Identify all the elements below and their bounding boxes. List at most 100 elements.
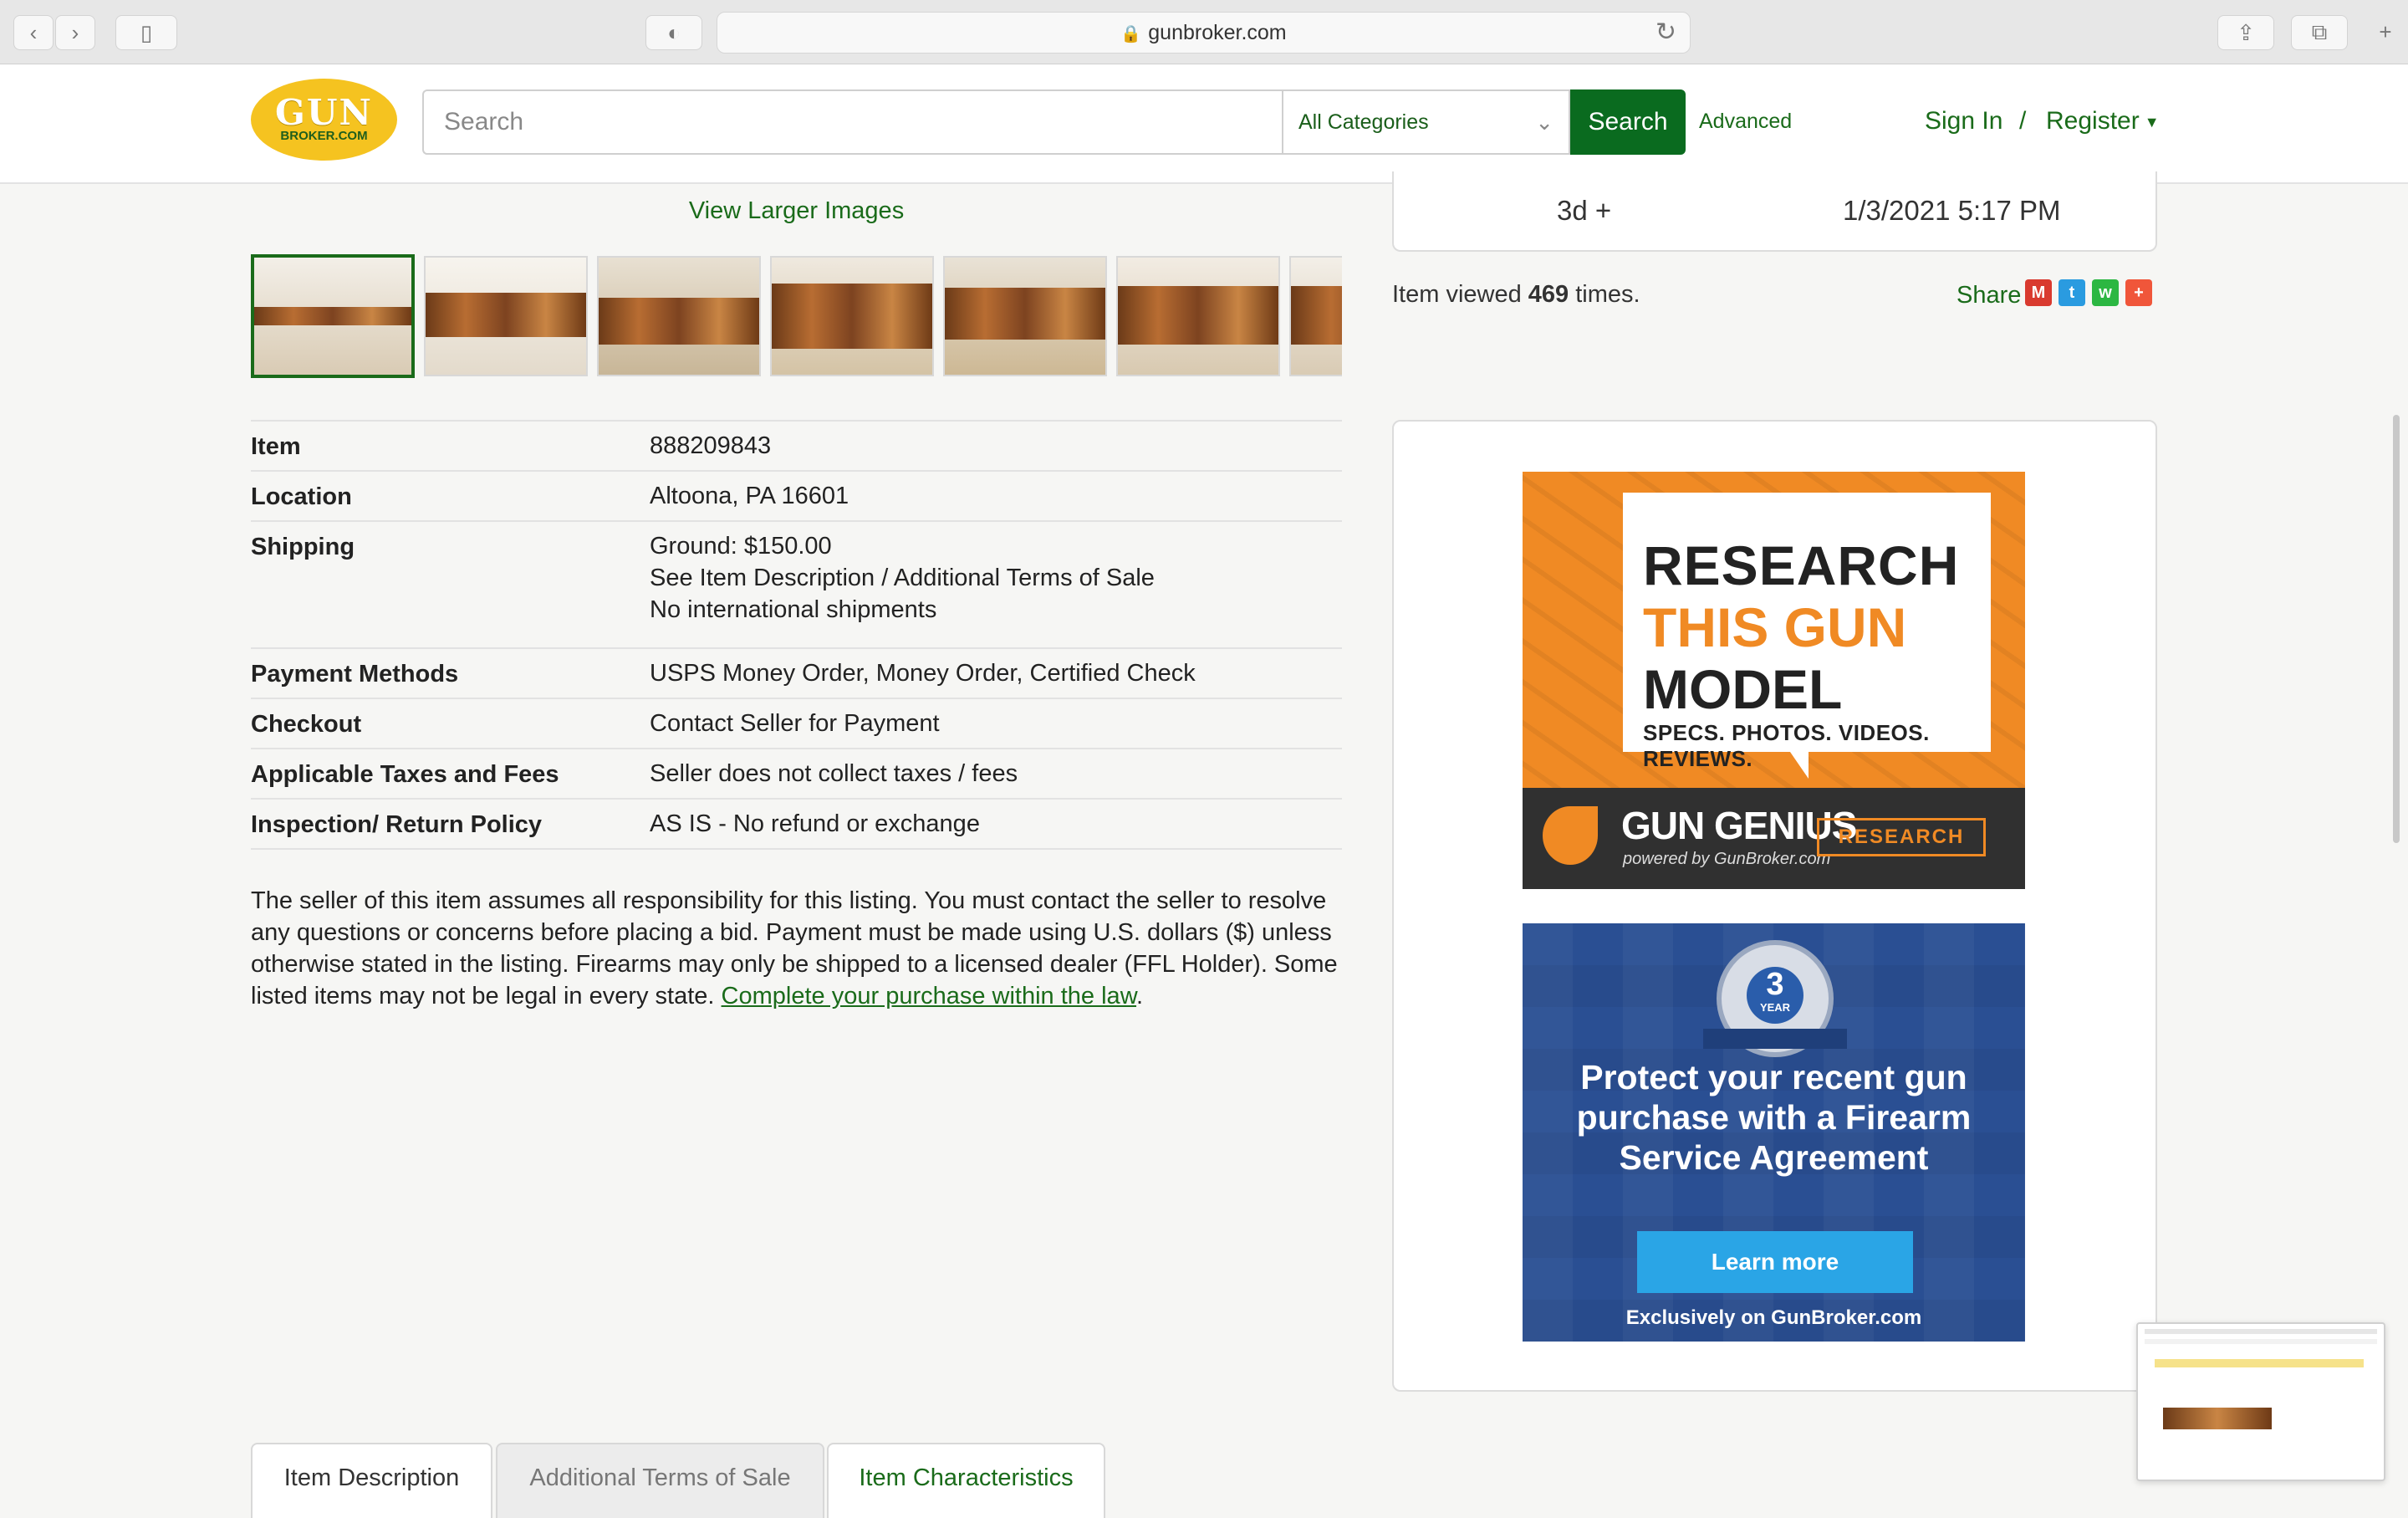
ad-line-specs: SPECS. PHOTOS. VIDEOS. REVIEWS. [1643, 720, 1930, 771]
detail-label: Applicable Taxes and Fees [251, 761, 559, 788]
ad-speech-card: RESEARCH THIS GUN MODEL SPECS. PHOTOS. V… [1623, 493, 1991, 771]
sidebar-toggle-icon[interactable]: ▯ [115, 15, 177, 50]
logo-text-top: GUN [275, 92, 373, 133]
learn-more-button[interactable]: Learn more [1637, 1231, 1913, 1293]
screenshot-preview-thumbnail[interactable] [2136, 1322, 2385, 1481]
thumbnail-image[interactable] [1116, 256, 1280, 376]
url-text: gunbroker.com [1148, 21, 1287, 44]
share-page-icon[interactable]: ⇪ [2217, 15, 2274, 50]
tab-item-characteristics[interactable]: Item Characteristics [827, 1443, 1105, 1518]
three-year-badge-icon: 3 YEAR [1703, 940, 1847, 1057]
register-link[interactable]: Register ▼ [2046, 107, 2160, 135]
viewed-suffix: times. [1569, 281, 1640, 308]
detail-row-checkout: Checkout Contact Seller for Payment [251, 698, 1342, 748]
view-larger-images-link[interactable]: View Larger Images [251, 197, 1342, 225]
advanced-search-link[interactable]: Advanced [1699, 110, 1792, 134]
auction-time-box: 3d + 1/3/2021 5:17 PM [1392, 171, 2157, 252]
thumbnail-image[interactable] [251, 254, 415, 378]
seller-disclaimer: The seller of this item assumes all resp… [251, 885, 1342, 1012]
detail-label: Item [251, 433, 301, 460]
category-selected-value: All Categories [1298, 110, 1429, 134]
address-bar[interactable]: 🔒 gunbroker.com ↻ [717, 12, 1691, 54]
detail-label: Inspection/ Return Policy [251, 811, 543, 838]
image-thumbnails [251, 254, 1342, 380]
thumbnail-image[interactable] [424, 256, 588, 376]
search-input[interactable] [422, 89, 1282, 155]
page-scrollbar[interactable] [2393, 415, 2400, 843]
header-separator: / [2019, 107, 2027, 135]
checkout-info: Contact Seller for Payment [650, 710, 940, 737]
taxes-info: Seller does not collect taxes / fees [650, 760, 1018, 787]
ad-footer-bar: GUN GENIUS powered by GunBroker.com RESE… [1523, 788, 2025, 889]
tab-additional-terms[interactable]: Additional Terms of Sale [496, 1443, 824, 1518]
ad-line-model: MODEL [1643, 658, 1843, 720]
viewed-prefix: Item viewed [1392, 281, 1528, 308]
item-location: Altoona, PA 16601 [650, 483, 849, 509]
research-gun-ad[interactable]: RESEARCH THIS GUN MODEL SPECS. PHOTOS. V… [1523, 472, 2025, 889]
payment-methods: USPS Money Order, Money Order, Certified… [650, 660, 1196, 687]
time-left: 3d + [1557, 195, 1612, 226]
forward-icon[interactable]: › [55, 15, 95, 50]
research-button[interactable]: RESEARCH [1817, 818, 1986, 856]
detail-row-location: Location Altoona, PA 16601 [251, 470, 1342, 520]
badge-unit: YEAR [1759, 1001, 1791, 1014]
new-tab-icon[interactable]: + [2366, 15, 2405, 49]
disclaimer-end: . [1136, 983, 1144, 1009]
logo-text-bottom: BROKER.COM [280, 129, 368, 143]
detail-row-shipping: Shipping Ground: $150.00 See Item Descri… [251, 520, 1342, 647]
browser-toolbar: ‹ › ▯ ◐ 🔒 gunbroker.com ↻ ⇪ ⧉ + [0, 0, 2408, 64]
privacy-shield-icon[interactable]: ◐ [645, 15, 702, 50]
lock-icon: 🔒 [1120, 25, 1142, 43]
detail-label: Checkout [251, 711, 362, 738]
detail-row-taxes: Applicable Taxes and Fees Seller does no… [251, 748, 1342, 798]
gun-genius-subtitle: powered by GunBroker.com [1623, 850, 1831, 868]
shipping-terms: See Item Description / Additional Terms … [650, 565, 1155, 591]
badge-ribbon [1703, 1029, 1847, 1049]
thumbnail-image[interactable] [943, 256, 1107, 376]
thumbnail-image[interactable] [597, 256, 761, 376]
detail-label: Shipping [251, 534, 355, 560]
view-count: Item viewed 469 times. [1392, 281, 1640, 309]
search-button[interactable]: Search [1570, 89, 1686, 155]
more-share-icon[interactable]: + [2125, 279, 2152, 306]
detail-label: Location [251, 483, 352, 510]
shipping-info: Ground: $150.00 See Item Description / A… [650, 530, 1155, 626]
twitter-icon[interactable]: t [2059, 279, 2085, 306]
reload-icon[interactable]: ↻ [1656, 18, 1676, 47]
badge-number: 3 [1766, 967, 1784, 1002]
shipping-international: No international shipments [650, 596, 937, 623]
tab-item-description[interactable]: Item Description [251, 1443, 492, 1518]
detail-row-item: Item 888209843 [251, 420, 1342, 470]
ad-headline: Protect your recent gun purchase with a … [1576, 1058, 1972, 1177]
thumbnail-image[interactable] [1289, 256, 1342, 376]
gmail-icon[interactable]: M [2025, 279, 2052, 306]
ad-line-this-gun: THIS GUN [1643, 596, 1907, 658]
thumbnail-image[interactable] [770, 256, 934, 376]
gunbroker-logo[interactable]: GUN BROKER.COM [251, 79, 397, 161]
detail-row-payment: Payment Methods USPS Money Order, Money … [251, 647, 1342, 698]
end-time: 1/3/2021 5:17 PM [1843, 195, 2061, 226]
share-label: Share [1956, 282, 2022, 309]
purchase-within-law-link[interactable]: Complete your purchase within the law [722, 983, 1136, 1009]
tabs-overview-icon[interactable]: ⧉ [2291, 15, 2348, 50]
detail-row-return-policy: Inspection/ Return Policy AS IS - No ref… [251, 798, 1342, 850]
detail-label: Payment Methods [251, 661, 459, 687]
item-details-table: Item 888209843 Location Altoona, PA 1660… [251, 420, 1342, 850]
speech-tail [1790, 752, 1809, 779]
register-label: Register [2046, 107, 2140, 135]
ad-footer-text: Exclusively on GunBroker.com [1625, 1306, 1922, 1329]
whatsapp-icon[interactable]: w [2092, 279, 2119, 306]
item-number: 888209843 [650, 432, 772, 459]
ad-line-research: RESEARCH [1643, 534, 1960, 596]
service-agreement-ad[interactable]: 3 YEAR Protect your recent gun purchase … [1523, 923, 2025, 1342]
chevron-down-icon: ⌄ [1535, 110, 1553, 135]
back-icon[interactable]: ‹ [13, 15, 54, 50]
category-select[interactable]: All Categories ⌄ [1282, 89, 1570, 155]
site-header: GUN BROKER.COM All Categories ⌄ Search A… [0, 64, 2408, 184]
search-bar: All Categories ⌄ Search [422, 89, 1686, 155]
sign-in-link[interactable]: Sign In [1925, 107, 2002, 135]
shipping-ground: Ground: $150.00 [650, 533, 832, 560]
return-policy: AS IS - No refund or exchange [650, 810, 980, 837]
gun-genius-logo-icon [1543, 806, 1598, 865]
caret-down-icon: ▼ [2144, 113, 2160, 130]
